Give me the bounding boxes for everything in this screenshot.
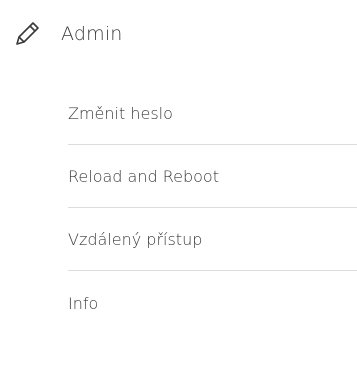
menu-item-label: Reload and Reboot [68, 167, 219, 186]
admin-section-header[interactable]: Admin [10, 16, 123, 52]
menu-item-label: Vzdálený přístup [68, 230, 203, 249]
admin-submenu: Změnit heslo Reload and Reboot Vzdálený … [68, 82, 357, 334]
menu-item-change-password[interactable]: Změnit heslo [68, 82, 357, 145]
menu-item-info[interactable]: Info [68, 271, 357, 334]
admin-menu: Admin Změnit heslo Reload and Reboot Vzd… [0, 0, 357, 391]
menu-item-remote-access[interactable]: Vzdálený přístup [68, 208, 357, 271]
menu-item-reload-reboot[interactable]: Reload and Reboot [68, 145, 357, 208]
admin-section-title: Admin [61, 23, 123, 45]
menu-item-label: Info [68, 293, 99, 313]
pencil-icon [10, 17, 44, 51]
menu-item-label: Změnit heslo [68, 104, 173, 123]
